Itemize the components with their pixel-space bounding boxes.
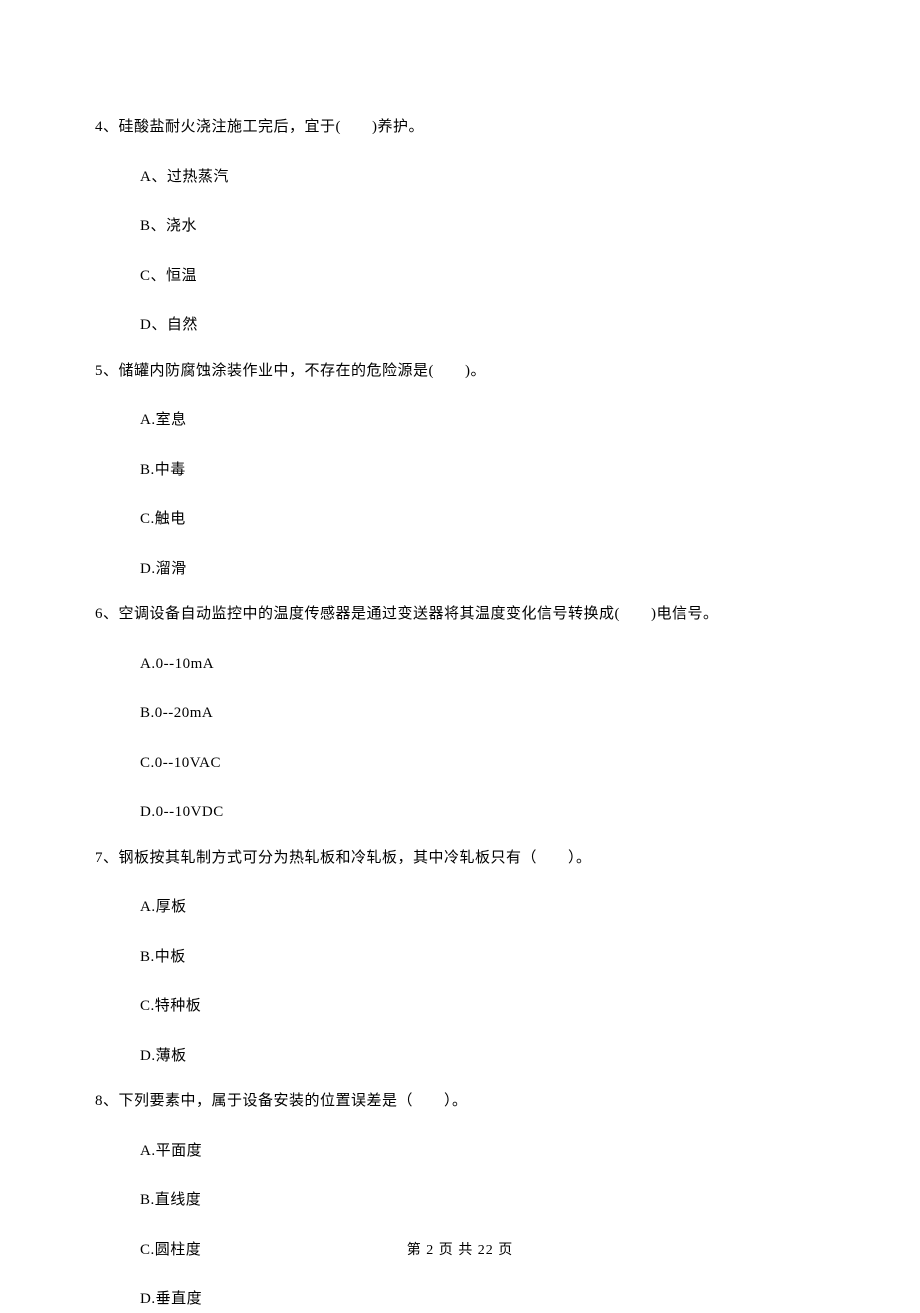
option-group: A.0--10mA B.0--20mA C.0--10VAC D.0--10VD… [95, 652, 830, 826]
option: C.0--10VAC [140, 751, 830, 777]
option: C.特种板 [140, 994, 830, 1020]
option: B.0--20mA [140, 701, 830, 727]
option: A.厚板 [140, 895, 830, 921]
option: D.溜滑 [140, 557, 830, 583]
question-stem: 5、储罐内防腐蚀涂装作业中，不存在的危险源是( )。 [95, 359, 830, 385]
option: D.薄板 [140, 1044, 830, 1070]
question-block: 5、储罐内防腐蚀涂装作业中，不存在的危险源是( )。 A.室息 B.中毒 C.触… [95, 359, 830, 583]
question-block: 8、下列要素中，属于设备安装的位置误差是（ ）。 A.平面度 B.直线度 C.圆… [95, 1089, 830, 1313]
option-group: A.室息 B.中毒 C.触电 D.溜滑 [95, 408, 830, 582]
option: D、自然 [140, 313, 830, 339]
question-stem: 4、硅酸盐耐火浇注施工完后，宜于( )养护。 [95, 115, 830, 141]
option: A、过热蒸汽 [140, 165, 830, 191]
option: D.垂直度 [140, 1287, 830, 1313]
option: B.直线度 [140, 1188, 830, 1214]
option: C.触电 [140, 507, 830, 533]
option: A.平面度 [140, 1139, 830, 1165]
option-group: A、过热蒸汽 B、浇水 C、恒温 D、自然 [95, 165, 830, 339]
question-block: 4、硅酸盐耐火浇注施工完后，宜于( )养护。 A、过热蒸汽 B、浇水 C、恒温 … [95, 115, 830, 339]
page-content: 4、硅酸盐耐火浇注施工完后，宜于( )养护。 A、过热蒸汽 B、浇水 C、恒温 … [0, 0, 920, 1313]
option-group: A.厚板 B.中板 C.特种板 D.薄板 [95, 895, 830, 1069]
option-group: A.平面度 B.直线度 C.圆柱度 D.垂直度 [95, 1139, 830, 1313]
question-stem: 7、钢板按其轧制方式可分为热轧板和冷轧板，其中冷轧板只有（ ）。 [95, 846, 830, 872]
option: B.中板 [140, 945, 830, 971]
option: B、浇水 [140, 214, 830, 240]
question-stem: 6、空调设备自动监控中的温度传感器是通过变送器将其温度变化信号转换成( )电信号… [95, 602, 830, 628]
question-block: 6、空调设备自动监控中的温度传感器是通过变送器将其温度变化信号转换成( )电信号… [95, 602, 830, 826]
option: B.中毒 [140, 458, 830, 484]
option: A.0--10mA [140, 652, 830, 678]
option: A.室息 [140, 408, 830, 434]
page-footer: 第 2 页 共 22 页 [0, 1239, 920, 1259]
option: D.0--10VDC [140, 800, 830, 826]
question-stem: 8、下列要素中，属于设备安装的位置误差是（ ）。 [95, 1089, 830, 1115]
question-block: 7、钢板按其轧制方式可分为热轧板和冷轧板，其中冷轧板只有（ ）。 A.厚板 B.… [95, 846, 830, 1070]
option: C、恒温 [140, 264, 830, 290]
